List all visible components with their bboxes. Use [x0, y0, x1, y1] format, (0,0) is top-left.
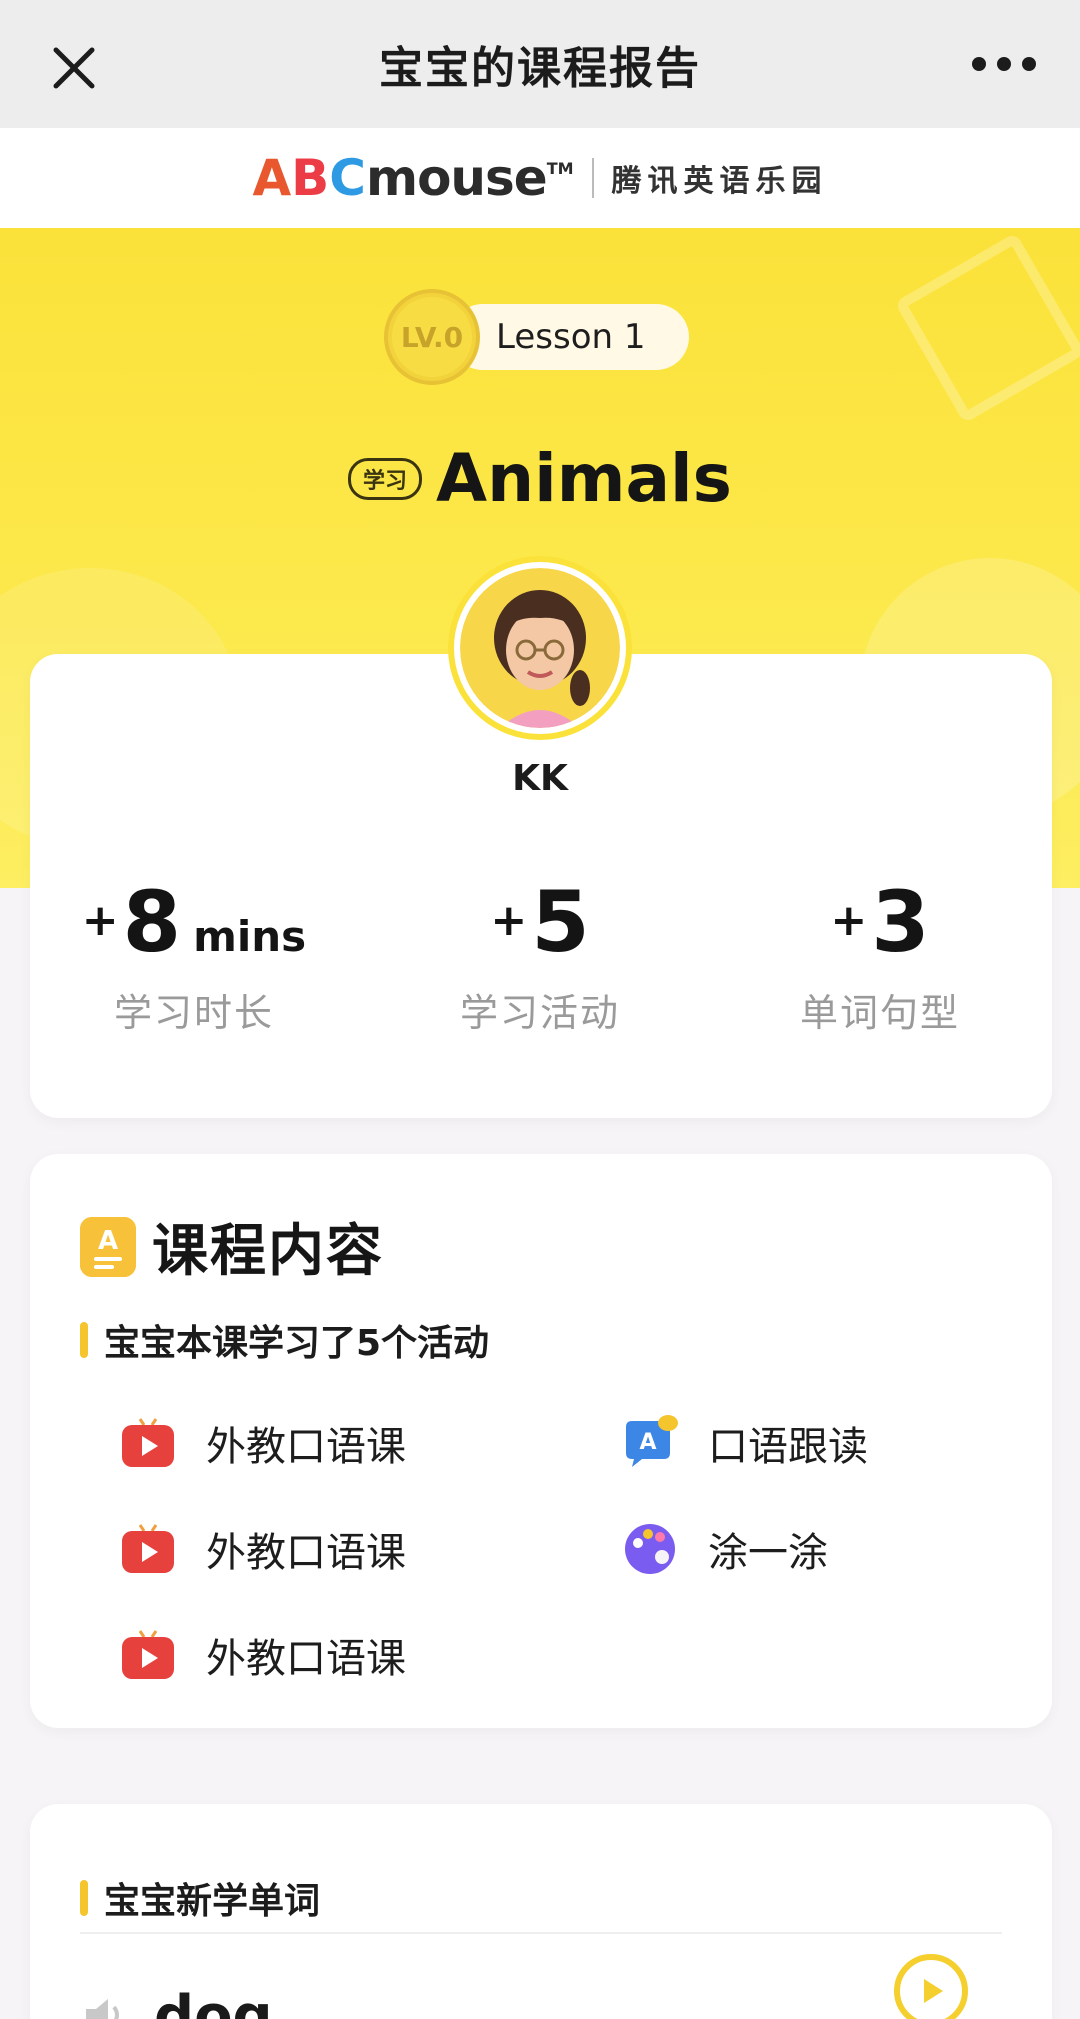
- lesson-title: Animals: [436, 440, 732, 517]
- course-section-header: A 课程内容: [80, 1206, 384, 1287]
- stat-value: 3: [871, 873, 930, 971]
- study-tag: 学习: [348, 457, 423, 500]
- nav-bar: 宝宝的课程报告: [0, 0, 1080, 128]
- svg-text:A: A: [98, 1226, 118, 1256]
- lesson-title-row: 学习 Animals: [0, 440, 1080, 517]
- accent-bar: [80, 1880, 88, 1916]
- speaker-icon[interactable]: [80, 1991, 128, 2019]
- activity-item[interactable]: 外教口语课: [120, 1520, 406, 1578]
- stat-words: + 3 单词句型: [710, 880, 1050, 1037]
- book-icon: A: [80, 1216, 136, 1277]
- avatar: [454, 562, 626, 734]
- activity-label: 外教口语课: [206, 1636, 406, 1682]
- play-button[interactable]: [894, 1954, 968, 2019]
- brand-name: 腾讯英语乐园: [611, 164, 828, 199]
- close-icon[interactable]: [50, 44, 98, 92]
- more-icon[interactable]: [972, 54, 1036, 74]
- accent-bar: [80, 1322, 88, 1358]
- activity-item[interactable]: 外教口语课: [120, 1414, 406, 1472]
- decorative-check-shape: [894, 232, 1080, 424]
- activity-label: 外教口语课: [206, 1424, 406, 1470]
- activity-item[interactable]: 涂一涂: [622, 1520, 828, 1578]
- stat-label: 学习活动: [459, 991, 620, 1035]
- new-words-card: 宝宝新学单词 dog: [30, 1804, 1052, 2019]
- speech-bubble-icon: A: [622, 1415, 678, 1471]
- course-content-card: A 课程内容 宝宝本课学习了5个活动 外教口语课 A 口语跟读 外教口语课 涂一…: [30, 1154, 1052, 1728]
- word-text: dog: [154, 1984, 273, 2019]
- brand-bar: A B C mouse TM 腾讯英语乐园: [0, 128, 1080, 228]
- username: KK: [512, 758, 568, 799]
- divider: [80, 1932, 1002, 1934]
- page-title: 宝宝的课程报告: [379, 43, 701, 94]
- activity-item[interactable]: A 口语跟读: [622, 1414, 868, 1472]
- course-section-title: 课程内容: [152, 1219, 384, 1284]
- activity-label: 外教口语课: [206, 1530, 406, 1576]
- svg-text:A: A: [639, 1430, 656, 1455]
- stat-value: 8: [122, 873, 182, 971]
- stat-value: 5: [531, 873, 590, 971]
- lesson-pill: Lesson 1: [450, 304, 690, 370]
- word-row: dog: [80, 1984, 273, 2019]
- activities-subheader: 宝宝本课学习了5个活动: [80, 1314, 489, 1366]
- abcmouse-logo: A B C mouse TM: [252, 149, 574, 207]
- stat-label: 学习时长: [113, 991, 274, 1035]
- words-subheader: 宝宝新学单词: [80, 1872, 320, 1924]
- activity-label: 口语跟读: [708, 1424, 868, 1470]
- palette-icon: [622, 1521, 678, 1577]
- brand-divider: [591, 158, 594, 198]
- stat-label: 单词句型: [799, 991, 960, 1035]
- stat-activities: + 5 学习活动: [370, 880, 710, 1037]
- activity-label: 涂一涂: [708, 1530, 828, 1576]
- video-icon: [120, 1521, 176, 1577]
- video-icon: [120, 1627, 176, 1683]
- level-coin: LV.0: [384, 289, 480, 385]
- video-icon: [120, 1415, 176, 1471]
- activities-subtitle: 宝宝本课学习了5个活动: [104, 1323, 490, 1364]
- words-title: 宝宝新学单词: [104, 1881, 321, 1922]
- lesson-badge: LV.0 Lesson 1: [384, 289, 690, 385]
- stat-duration: + 8 mins 学习时长: [24, 880, 364, 1037]
- stat-unit: mins: [193, 912, 307, 961]
- activity-item[interactable]: 外教口语课: [120, 1626, 406, 1684]
- play-icon: [924, 1979, 943, 2003]
